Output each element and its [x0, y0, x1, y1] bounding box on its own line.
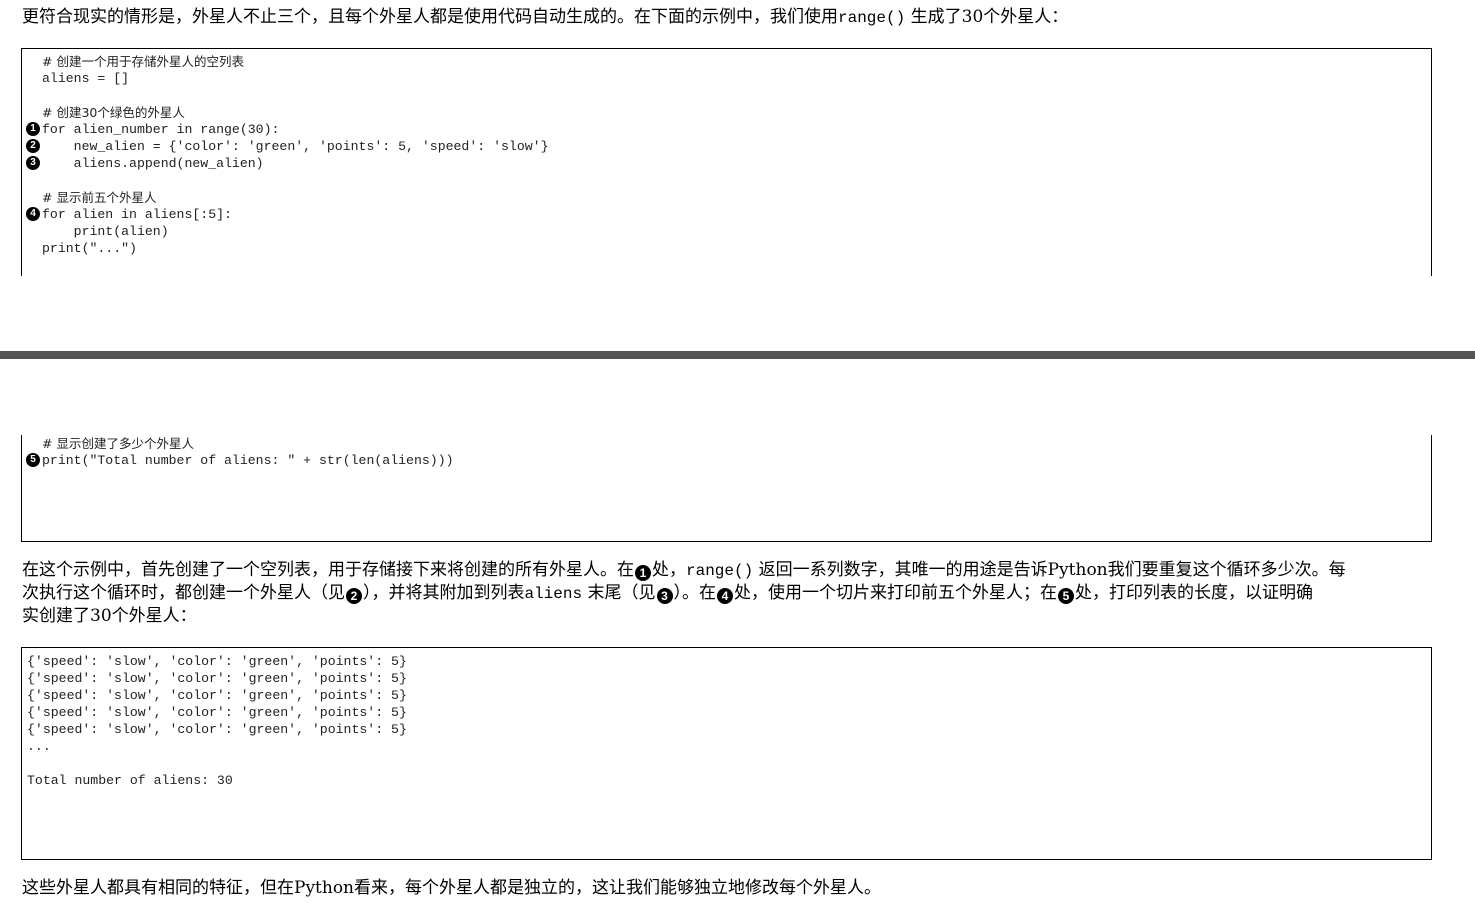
output-line: {'speed': 'slow', 'color': 'green', 'poi…	[27, 688, 407, 703]
marker-4-icon: 4	[26, 207, 40, 221]
output-line: {'speed': 'slow', 'color': 'green', 'poi…	[27, 654, 407, 669]
code-text: for alien in aliens[:5]:	[42, 207, 232, 222]
conclusion-paragraph: 这些外星人都具有相同的特征，但在Python看来，每个外星人都是独立的，这让我们…	[22, 878, 882, 898]
code-line: # 创建30个绿色的外星人	[22, 104, 1431, 121]
page-divider	[0, 351, 1475, 359]
code-text: # 显示创建了多少个外星人	[42, 436, 194, 451]
intro-code-range: range()	[838, 9, 906, 27]
explanation-code-range: range()	[686, 562, 754, 580]
code-text: new_alien = {'color': 'green', 'points':…	[42, 139, 549, 154]
explanation-paragraph: 在这个示例中，首先创建了一个空列表，用于存储接下来将创建的所有外星人。在 1 处，r…	[22, 560, 1346, 626]
marker-5-icon: 5	[26, 453, 40, 467]
code-text: for alien_number in range(30):	[42, 122, 280, 137]
code-line: 5 print("Total number of aliens: " + str(…	[22, 452, 1431, 469]
code-line: aliens = []	[22, 70, 1431, 87]
output-block: {'speed': 'slow', 'color': 'green', 'poi…	[21, 647, 1432, 860]
marker-5-icon: 5	[1058, 588, 1075, 604]
code-line: 2 new_alien = {'color': 'green', 'points…	[22, 138, 1431, 155]
code-block-1: # 创建一个用于存储外星人的空列表 aliens = [] # 创建30个绿色的外星…	[21, 48, 1432, 276]
output-line: ...	[27, 739, 51, 754]
marker-2-icon: 2	[26, 139, 40, 153]
code-line: 1 for alien_number in range(30):	[22, 121, 1431, 138]
output-line: Total number of aliens: 30	[27, 773, 233, 788]
code-block-2: # 显示创建了多少个外星人 5 print("Total number of ali…	[21, 435, 1432, 542]
marker-3-icon: 3	[656, 588, 673, 604]
code-line: # 显示前五个外星人	[22, 189, 1431, 206]
code-text: # 显示前五个外星人	[42, 190, 157, 205]
code-line: print("...")	[22, 240, 1431, 257]
marker-2-icon: 2	[346, 588, 362, 604]
code-text: # 创建30个绿色的外星人	[42, 105, 185, 120]
code-line: # 创建一个用于存储外星人的空列表	[22, 53, 1431, 70]
intro-text-1: 更符合现实的情形是，外星人不止三个，且每个外星人都是使用代码自动生成的。在下面的…	[22, 7, 838, 27]
code-line: 3 aliens.append(new_alien)	[22, 155, 1431, 172]
code-text: print("Total number of aliens: " + str(l…	[42, 453, 454, 468]
code-line: 4 for alien in aliens[:5]:	[22, 206, 1431, 223]
output-line: {'speed': 'slow', 'color': 'green', 'poi…	[27, 671, 407, 686]
code-text: print("...")	[42, 241, 137, 256]
intro-text-2: 生成了30个外星人：	[905, 7, 1069, 27]
code-text: aliens = []	[42, 71, 130, 86]
code-text: aliens.append(new_alien)	[42, 156, 264, 171]
explanation-code-aliens: aliens	[524, 585, 583, 603]
marker-3-icon: 3	[26, 156, 40, 170]
marker-4-icon: 4	[717, 588, 734, 604]
marker-1-icon: 1	[635, 565, 651, 581]
code-text: # 创建一个用于存储外星人的空列表	[42, 54, 244, 69]
code-text: print(alien)	[42, 224, 169, 239]
output-line: {'speed': 'slow', 'color': 'green', 'poi…	[27, 722, 407, 737]
marker-1-icon: 1	[26, 122, 40, 136]
output-line: {'speed': 'slow', 'color': 'green', 'poi…	[27, 705, 407, 720]
intro-paragraph: 更符合现实的情形是，外星人不止三个，且每个外星人都是使用代码自动生成的。在下面的…	[22, 6, 1432, 30]
code-line: # 显示创建了多少个外星人	[22, 435, 1431, 452]
code-line: print(alien)	[22, 223, 1431, 240]
